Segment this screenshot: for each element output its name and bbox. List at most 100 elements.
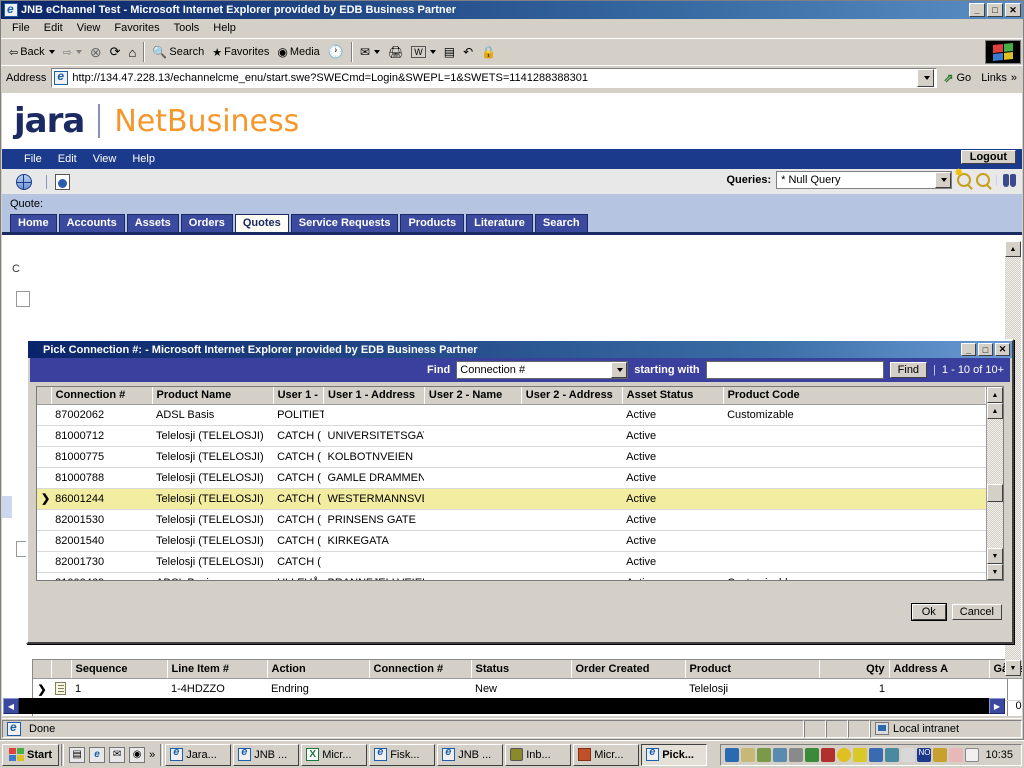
- col-product-name[interactable]: Product Name: [152, 387, 274, 405]
- chevron-down-icon[interactable]: [611, 362, 628, 378]
- tab-quotes[interactable]: Quotes: [234, 214, 289, 232]
- tab-assets[interactable]: Assets: [126, 214, 179, 232]
- table-row[interactable]: 82001730 Telelosji (TELELOSJI) CATCH ( A…: [37, 551, 986, 573]
- menu-help[interactable]: Help: [206, 21, 243, 35]
- taskbar-clock[interactable]: 10:35: [981, 749, 1017, 761]
- col-asset-status[interactable]: Asset Status: [622, 387, 724, 405]
- tab-search[interactable]: Search: [534, 214, 588, 232]
- site-map-globe-icon[interactable]: [16, 173, 32, 190]
- address-input[interactable]: http://134.47.228.13/echannelcme_enu/sta…: [51, 67, 938, 88]
- table-row[interactable]: 82001540 Telelosji (TELELOSJI) CATCH ( K…: [37, 530, 986, 552]
- refresh-button[interactable]: ⟳: [106, 41, 125, 63]
- col-product[interactable]: Product: [685, 660, 820, 679]
- col-line-item[interactable]: Line Item #: [167, 660, 268, 679]
- scroll-left-button[interactable]: ◀: [3, 698, 19, 714]
- scroll-first-button[interactable]: ▲: [987, 387, 1003, 403]
- task-button-powerpoint[interactable]: Micr...: [573, 743, 640, 766]
- col-sequence[interactable]: Sequence: [71, 660, 168, 679]
- queries-select[interactable]: * Null Query: [776, 171, 953, 189]
- tray-key-icon[interactable]: [869, 747, 884, 762]
- chevron-down-icon[interactable]: [374, 50, 381, 54]
- show-desktop-icon[interactable]: ▤: [69, 746, 86, 763]
- scroll-up-button[interactable]: ▲: [987, 403, 1003, 419]
- back-button[interactable]: ⇦ Back: [5, 41, 59, 63]
- app-menu-view[interactable]: View: [85, 153, 125, 165]
- table-row[interactable]: ❯ 1 1-4HDZZO Endring New Telelosji 1: [33, 678, 1022, 701]
- media-player-icon[interactable]: ◉: [129, 746, 146, 763]
- tray-security-icon[interactable]: [933, 747, 948, 762]
- binoculars-search-icon[interactable]: [1003, 173, 1016, 187]
- task-button-excel[interactable]: X Micr...: [301, 743, 368, 766]
- page-horizontal-scrollbar[interactable]: ◀ ▶ 0 of 0: [3, 698, 1022, 714]
- task-button-jnb-1[interactable]: JNB ...: [233, 743, 300, 766]
- table-row[interactable]: 87002062 ADSL Basis POLITIET Active Cust…: [37, 404, 986, 426]
- dialog-maximize-button[interactable]: □: [978, 343, 993, 356]
- forward-button[interactable]: ⇨: [59, 41, 86, 63]
- maximize-button[interactable]: □: [987, 3, 1003, 17]
- tray-globe-icon[interactable]: [885, 747, 900, 762]
- tab-home[interactable]: Home: [10, 214, 57, 232]
- discuss-button[interactable]: ▤: [440, 41, 459, 63]
- tab-literature[interactable]: Literature: [466, 214, 533, 232]
- tray-device-icon[interactable]: [741, 747, 756, 762]
- menu-favorites[interactable]: Favorites: [107, 21, 166, 35]
- cancel-button[interactable]: Cancel: [951, 604, 1002, 620]
- table-row[interactable]: 81000775 Telelosji (TELELOSJI) CATCH ( K…: [37, 446, 986, 468]
- dialog-minimize-button[interactable]: _: [961, 343, 976, 356]
- tab-orders[interactable]: Orders: [180, 214, 233, 232]
- edit-button[interactable]: W: [407, 41, 440, 63]
- history-button[interactable]: 🕐: [324, 41, 348, 63]
- logout-button[interactable]: Logout: [960, 150, 1016, 164]
- dialog-close-button[interactable]: ✕: [995, 343, 1010, 356]
- media-button[interactable]: ◉ Media: [273, 41, 323, 63]
- chevron-down-icon[interactable]: [935, 172, 952, 188]
- address-dropdown-button[interactable]: [917, 68, 935, 87]
- find-button[interactable]: Find: [889, 362, 928, 378]
- chevron-down-icon[interactable]: [429, 50, 436, 54]
- col-action[interactable]: Action: [267, 660, 370, 679]
- new-query-icon[interactable]: [954, 166, 972, 187]
- start-button[interactable]: Start: [2, 743, 60, 766]
- col-connection-number[interactable]: Connection #: [51, 387, 153, 405]
- col-connection[interactable]: Connection #: [369, 660, 472, 679]
- col-product-code[interactable]: Product Code: [723, 387, 987, 405]
- stop-button[interactable]: ⊗: [86, 41, 106, 63]
- execute-query-icon[interactable]: [976, 173, 991, 187]
- tab-accounts[interactable]: Accounts: [58, 214, 125, 232]
- col-user2-address[interactable]: User 2 - Address: [521, 387, 623, 405]
- col-qty[interactable]: Qty: [819, 660, 890, 679]
- minimize-button[interactable]: _: [969, 3, 985, 17]
- table-row[interactable]: 81000712 Telelosji (TELELOSJI) CATCH ( U…: [37, 425, 986, 447]
- tray-antivirus-icon[interactable]: [821, 747, 836, 762]
- find-field-select[interactable]: Connection #: [456, 361, 629, 379]
- tray-shield-icon[interactable]: [853, 747, 868, 762]
- table-row-selected[interactable]: ❯ 86001244 Telelosji (TELELOSJI) CATCH (…: [37, 488, 986, 510]
- background-field-input[interactable]: [16, 291, 30, 307]
- tray-volume-icon[interactable]: [773, 747, 788, 762]
- security-zone[interactable]: Local intranet: [870, 719, 1022, 738]
- tray-language-icon[interactable]: NO: [917, 747, 932, 762]
- internet-explorer-icon[interactable]: e: [89, 746, 106, 763]
- tray-network-icon[interactable]: [725, 747, 740, 762]
- task-button-pick-connection[interactable]: Pick...: [641, 743, 708, 766]
- scrollbar-thumb[interactable]: [987, 483, 1003, 502]
- tab-service-requests[interactable]: Service Requests: [290, 214, 399, 232]
- lock-button[interactable]: 🔒: [477, 41, 500, 63]
- app-menu-edit[interactable]: Edit: [50, 153, 85, 165]
- chevron-right-icon[interactable]: »: [149, 749, 155, 761]
- task-button-inbox[interactable]: Inb...: [505, 743, 572, 766]
- tray-display-icon[interactable]: [789, 747, 804, 762]
- col-address-a[interactable]: Address A: [889, 660, 990, 679]
- table-row[interactable]: 81000469 ADSL Basis ULLEVÅ BRANNFJELLVEI…: [37, 572, 986, 580]
- chevron-down-icon[interactable]: [48, 50, 55, 54]
- find-text-input[interactable]: [705, 361, 884, 379]
- app-menu-file[interactable]: File: [16, 153, 50, 165]
- ok-button[interactable]: Ok: [910, 603, 947, 621]
- scroll-right-button[interactable]: ▶: [989, 698, 1005, 714]
- grid-vertical-scrollbar[interactable]: ▲ ▲ ▼ ▼: [986, 387, 1003, 580]
- mail-button[interactable]: ✉: [356, 41, 384, 63]
- tray-notes-icon[interactable]: [837, 747, 852, 762]
- favorites-button[interactable]: ★ Favorites: [208, 41, 273, 63]
- scroll-down-button[interactable]: ▼: [987, 548, 1003, 564]
- col-user1-address[interactable]: User 1 - Address: [323, 387, 425, 405]
